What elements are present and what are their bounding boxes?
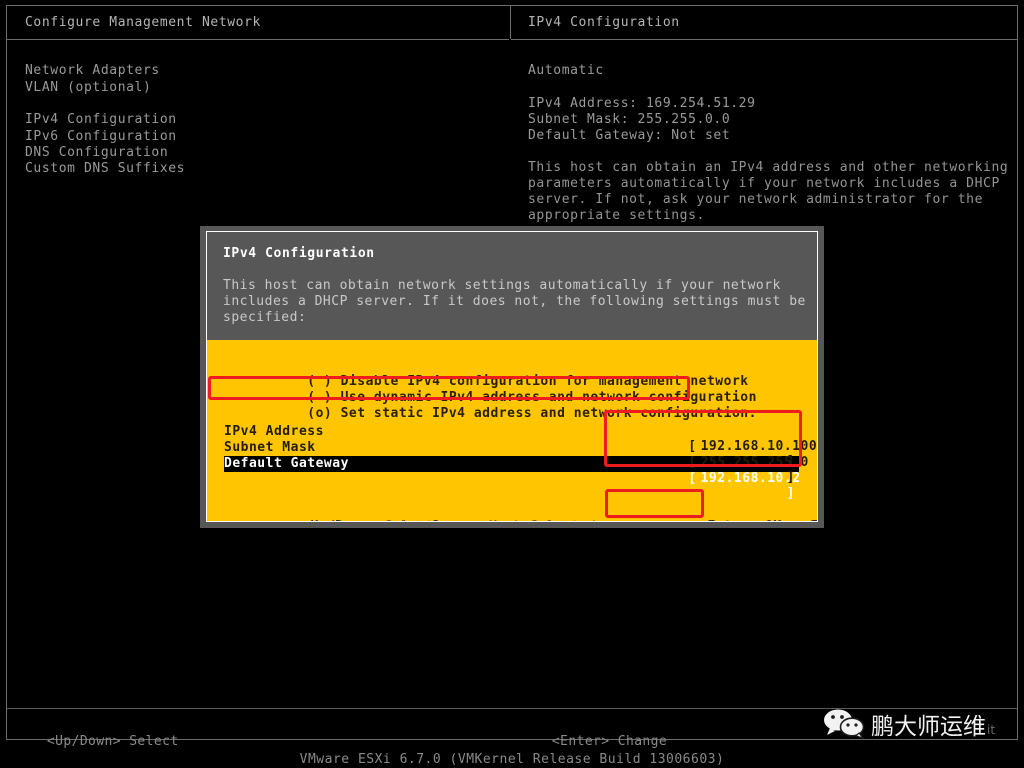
footer-build-line: VMware ESXi 6.7.0 (VMKernel Release Buil… <box>299 752 725 767</box>
watermark-text: 鹏大师运维 <box>871 714 986 740</box>
dialog-header: IPv4 Configuration This host can obtain … <box>207 232 817 340</box>
ipv4-address-line: IPv4 Address: 169.254.51.29 <box>528 96 756 111</box>
sidebar-item-ipv6-configuration[interactable]: IPv6 Configuration <box>25 129 177 144</box>
right-panel-description: This host can obtain an IPv4 address and… <box>528 160 1009 223</box>
dialog-inner-border: IPv4 Configuration This host can obtain … <box>206 231 818 522</box>
radio-label-space <box>332 406 340 421</box>
subnet-mask-line: Subnet Mask: 255.255.0.0 <box>528 112 731 127</box>
hint-key-esc: <Esc> <box>802 519 817 521</box>
sidebar-item-ipv4-configuration[interactable]: IPv4 Configuration <box>25 112 177 127</box>
panel-divider <box>510 6 511 39</box>
hint-gap <box>481 519 489 521</box>
radio-marker-selected: (o) <box>307 406 333 421</box>
left-header-rule <box>7 39 509 40</box>
ipv4-mode-value: Automatic <box>528 63 604 78</box>
hint-action-mark-text: Mark Selected <box>489 519 596 521</box>
dialog-description: This host can obtain network settings au… <box>223 278 806 325</box>
dialog-title: IPv4 Configuration <box>223 246 375 261</box>
sidebar-item-dns-configuration[interactable]: DNS Configuration <box>25 145 168 160</box>
status-action-change: Change <box>617 734 668 749</box>
bracket-open: [ <box>688 471 697 486</box>
wechat-icon <box>824 709 865 739</box>
dialog-hint-cancel[interactable]: <Esc> Cancel <box>720 504 817 521</box>
status-gap <box>121 734 129 749</box>
radio-option-label: Set static IPv4 address and network conf… <box>340 406 757 421</box>
sidebar-item-vlan[interactable]: VLAN (optional) <box>25 80 151 95</box>
dialog-hint-mark[interactable]: <Space> Mark Selected <box>341 504 596 521</box>
esxi-dcui-screen: Configure Management Network IPv4 Config… <box>0 0 1024 768</box>
field-label-ipv4-address: IPv4 Address <box>224 424 324 439</box>
field-value-default-gateway[interactable]: [192.168.10.2] <box>605 456 800 501</box>
bracket-close: ] <box>786 486 795 501</box>
status-key-enter: <Enter> <box>551 734 610 749</box>
sidebar-item-custom-dns-suffixes[interactable]: Custom DNS Suffixes <box>25 161 185 176</box>
right-header-rule <box>511 39 1017 40</box>
status-key-updown: <Up/Down> <box>46 734 121 749</box>
left-panel-title: Configure Management Network <box>25 15 261 30</box>
sidebar-item-network-adapters[interactable]: Network Adapters <box>25 63 160 78</box>
status-gap <box>610 734 618 749</box>
default-gateway-line: Default Gateway: Not set <box>528 128 731 143</box>
right-panel-title: IPv4 Configuration <box>528 15 680 30</box>
field-label-default-gateway: Default Gateway <box>224 456 349 471</box>
hint-key-space: <Space> <box>423 519 481 521</box>
status-action-select: Select <box>129 734 179 749</box>
field-label-subnet-mask: Subnet Mask <box>224 440 316 455</box>
watermark-suffix: it <box>987 723 996 737</box>
ipv4-configuration-dialog: IPv4 Configuration This host can obtain … <box>200 226 824 528</box>
dialog-body: ( ) Disable IPv4 configuration for manag… <box>207 340 817 521</box>
default-gateway-input[interactable]: 192.168.10.2 <box>701 471 801 486</box>
watermark: 鹏大师运维 it <box>822 707 995 741</box>
